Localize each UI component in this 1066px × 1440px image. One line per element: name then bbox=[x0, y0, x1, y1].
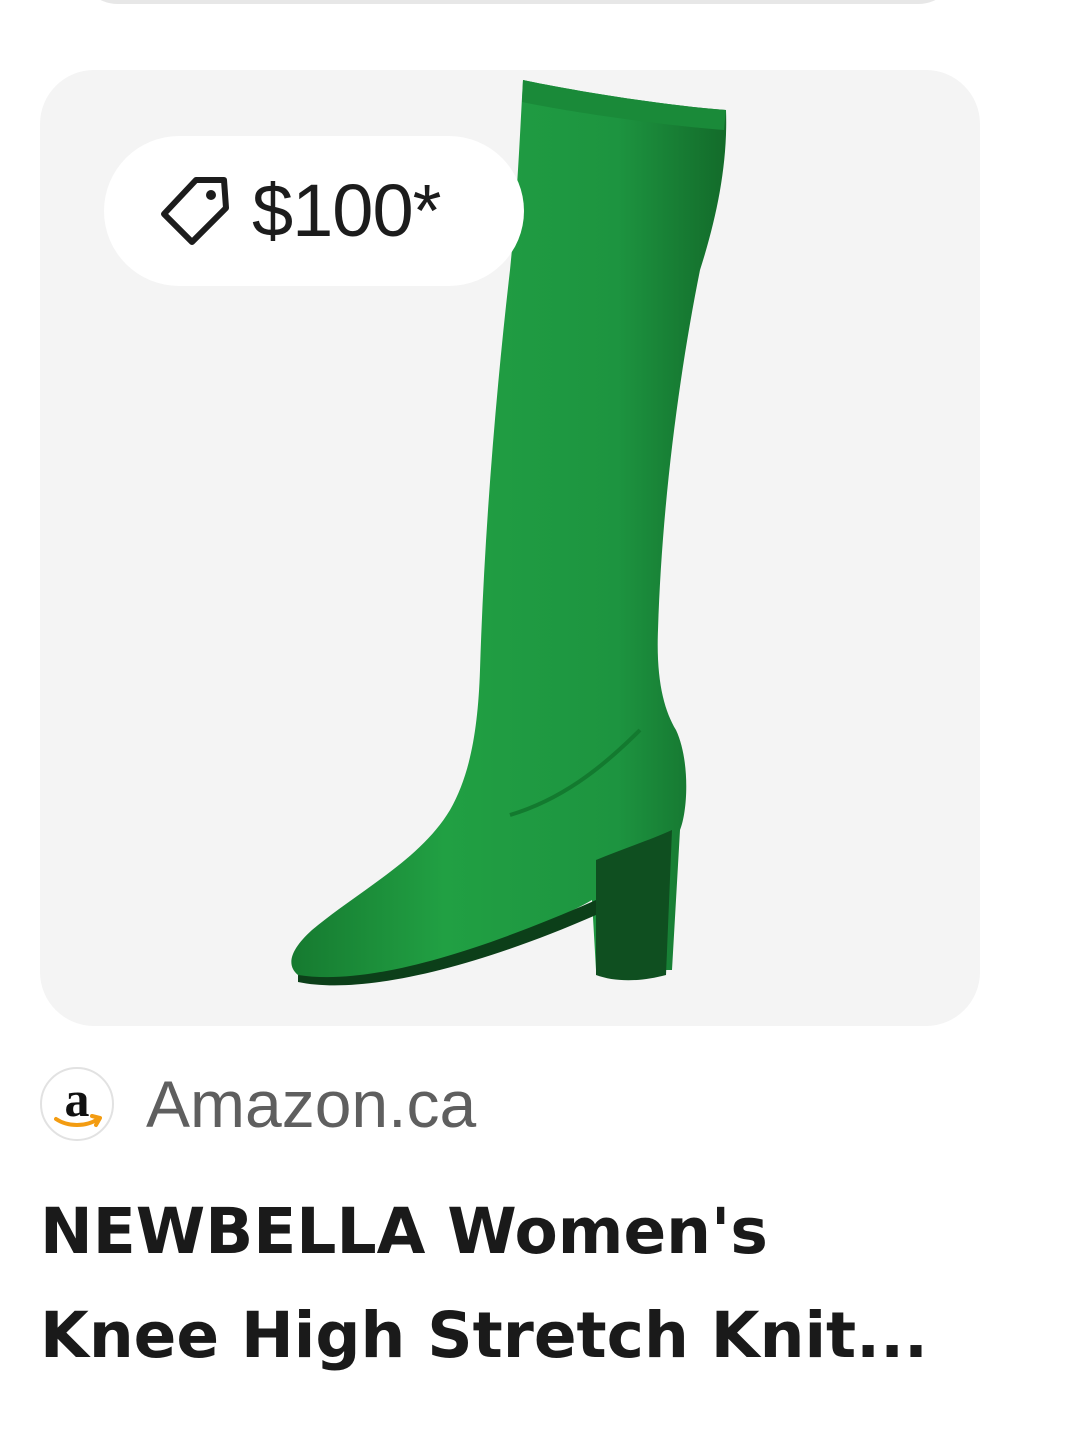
amazon-smile-icon bbox=[54, 1114, 102, 1127]
source-name[interactable]: Amazon.ca bbox=[146, 1071, 476, 1137]
previous-card-edge bbox=[78, 0, 958, 4]
price-badge: $100* bbox=[104, 136, 524, 286]
price-text: $100* bbox=[252, 169, 441, 252]
source-row[interactable]: a Amazon.ca bbox=[40, 1064, 476, 1144]
product-card[interactable]: $100* bbox=[40, 70, 980, 1026]
page: $100* a Amazon.ca NEWBELLA Women's Knee … bbox=[0, 0, 1066, 1440]
price-tag-icon bbox=[161, 177, 229, 245]
product-title-line-1: NEWBELLA Women's bbox=[40, 1195, 768, 1268]
product-title[interactable]: NEWBELLA Women's Knee High Stretch Knit.… bbox=[40, 1180, 1000, 1388]
product-title-line-2: Knee High Stretch Knit... bbox=[40, 1299, 928, 1372]
amazon-logo-icon: a bbox=[40, 1067, 114, 1141]
